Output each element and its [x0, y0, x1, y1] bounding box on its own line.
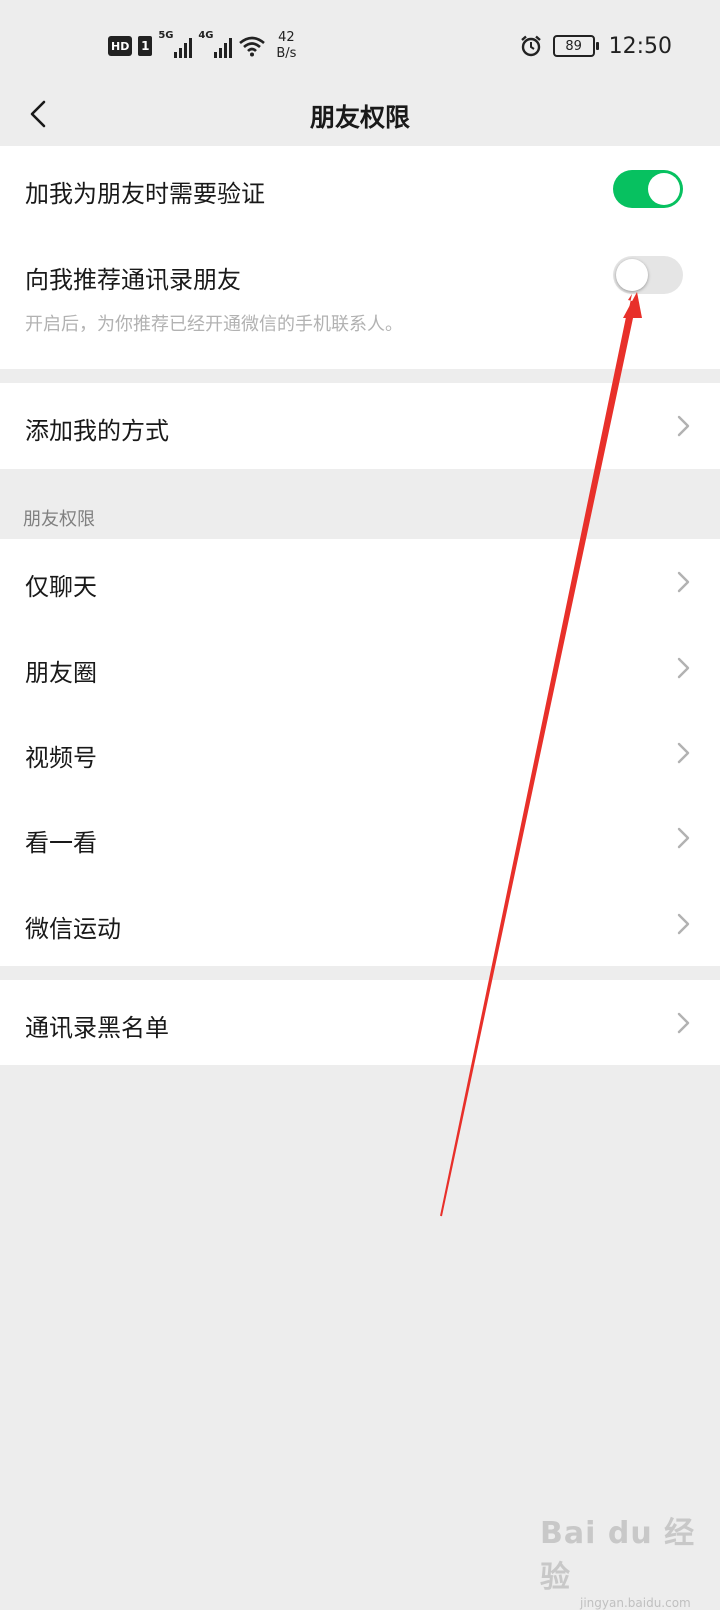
- wifi-icon: [239, 36, 266, 57]
- chevron-right-icon: [677, 742, 690, 764]
- watermark-url: jingyan.baidu.com: [580, 1596, 691, 1610]
- list-item-top-stories[interactable]: 看一看: [0, 795, 720, 881]
- network-speed: 42 B/s: [276, 30, 296, 62]
- baidu-jingyan-watermark: Bai du 经验 jingyan.baidu.com: [540, 1508, 720, 1610]
- blocklist-group: 通讯录黑名单: [0, 980, 720, 1065]
- channels-label: 视频号: [25, 744, 97, 772]
- require-verification-row: 加我为朋友时需要验证: [0, 146, 720, 232]
- add-methods-label: 添加我的方式: [25, 417, 169, 445]
- list-item-channels[interactable]: 视频号: [0, 710, 720, 795]
- nav-bar: 朋友权限: [0, 90, 720, 146]
- network-speed-unit: B/s: [276, 46, 297, 61]
- recommend-contacts-description: 开启后，为你推荐已经开通微信的手机联系人。: [25, 314, 403, 335]
- sim-slot-badge: 1: [138, 36, 153, 56]
- friend-permissions-group: 仅聊天 朋友圈 视频号 看一看 微信运动: [0, 539, 720, 966]
- chat-only-label: 仅聊天: [25, 573, 97, 601]
- chevron-right-icon: [677, 657, 690, 679]
- list-item-chat-only[interactable]: 仅聊天: [0, 539, 720, 625]
- network-5g-label: 5G: [158, 30, 174, 41]
- chevron-right-icon: [677, 827, 690, 849]
- add-methods-group: 添加我的方式: [0, 383, 720, 469]
- signal-bars: [214, 36, 233, 58]
- chevron-right-icon: [677, 415, 690, 437]
- signal-4g-icon: 4G: [198, 30, 233, 58]
- status-bar: HD 1 5G 4G 42 B/s 89 12:50: [0, 0, 720, 90]
- list-item-moments[interactable]: 朋友圈: [0, 625, 720, 710]
- chevron-right-icon: [677, 571, 690, 593]
- battery-level: 89: [565, 38, 582, 54]
- status-bar-left: HD 1 5G 4G 42 B/s: [108, 30, 296, 62]
- hd-voice-badge: HD: [108, 36, 133, 56]
- recommend-contacts-row: 向我推荐通讯录朋友 开启后，为你推荐已经开通微信的手机联系人。: [0, 232, 720, 369]
- verification-group: 加我为朋友时需要验证 向我推荐通讯录朋友 开启后，为你推荐已经开通微信的手机联系…: [0, 146, 720, 369]
- section-header-friend-permissions: 朋友权限: [23, 509, 95, 530]
- top-stories-label: 看一看: [25, 829, 97, 857]
- chevron-right-icon: [677, 913, 690, 935]
- contacts-blocklist-row[interactable]: 通讯录黑名单: [0, 980, 720, 1065]
- network-speed-value: 42: [278, 30, 295, 45]
- status-clock: 12:50: [608, 33, 672, 59]
- page-title: 朋友权限: [309, 103, 410, 132]
- signal-bars: [174, 36, 193, 58]
- recommend-contacts-label: 向我推荐通讯录朋友: [25, 266, 241, 294]
- watermark-logo: Bai du 经验: [540, 1516, 696, 1595]
- battery-icon: 89: [552, 35, 599, 57]
- recommend-contacts-toggle[interactable]: [613, 256, 683, 294]
- contacts-blocklist-label: 通讯录黑名单: [25, 1014, 169, 1042]
- alarm-icon: [520, 35, 541, 57]
- toggle-knob: [648, 173, 680, 205]
- require-verification-label: 加我为朋友时需要验证: [25, 180, 265, 208]
- moments-label: 朋友圈: [25, 659, 97, 687]
- chevron-right-icon: [677, 1012, 690, 1034]
- status-bar-right: 89 12:50: [519, 30, 672, 62]
- toggle-knob: [616, 259, 648, 291]
- list-item-werun[interactable]: 微信运动: [0, 881, 720, 966]
- network-4g-label: 4G: [198, 30, 214, 41]
- require-verification-toggle[interactable]: [613, 170, 683, 208]
- werun-label: 微信运动: [25, 915, 121, 943]
- add-methods-row[interactable]: 添加我的方式: [0, 383, 720, 469]
- signal-5g-icon: 5G: [158, 30, 193, 58]
